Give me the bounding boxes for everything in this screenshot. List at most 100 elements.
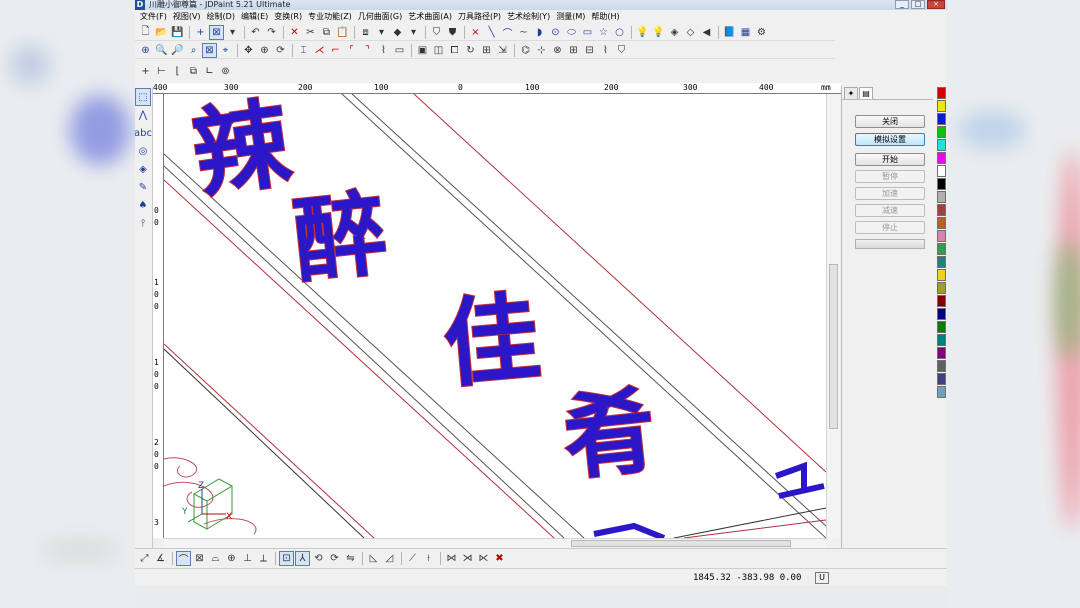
color-swatch[interactable]: [937, 191, 946, 203]
ramp-alt-icon[interactable]: ◿: [382, 551, 397, 566]
close-sim-button[interactable]: 关闭: [855, 115, 925, 128]
node-edit-icon[interactable]: ⌬: [518, 43, 533, 58]
zoom-in-icon[interactable]: 🔍: [154, 43, 169, 58]
chamfer-icon[interactable]: ⌝: [360, 43, 375, 58]
color-swatch[interactable]: [937, 373, 946, 385]
fill-tool-icon[interactable]: ◈: [135, 160, 151, 178]
shield-edit-icon[interactable]: ⛉: [614, 43, 629, 58]
color-swatch[interactable]: [937, 204, 946, 216]
point-icon[interactable]: ×: [468, 25, 483, 40]
circle-center-icon[interactable]: ⊙: [548, 25, 563, 40]
color-swatch[interactable]: [937, 113, 946, 125]
close-button[interactable]: ×: [927, 0, 945, 9]
color-swatch[interactable]: [937, 230, 946, 242]
circle-icon[interactable]: ○: [612, 25, 627, 40]
ortho-snap-icon[interactable]: ⅄: [295, 551, 310, 566]
menu-view[interactable]: 视图(V): [170, 10, 204, 23]
trim-node-icon[interactable]: ⋈: [444, 551, 459, 566]
color-swatch[interactable]: [937, 178, 946, 190]
delete-icon[interactable]: ✕: [287, 25, 302, 40]
zoom-select-icon[interactable]: ⌖: [218, 43, 233, 58]
menu-transform[interactable]: 变换(R): [271, 10, 305, 23]
color-swatch[interactable]: [937, 321, 946, 333]
break-node-icon[interactable]: ⋉: [476, 551, 491, 566]
light-bulb-icon[interactable]: 💡: [635, 25, 650, 40]
node-tool-icon[interactable]: ⋀: [135, 106, 151, 124]
light-bulb-alt-icon[interactable]: 💡: [651, 25, 666, 40]
menu-art-surface[interactable]: 艺术曲面(A): [405, 10, 455, 23]
snap-box-icon[interactable]: ⧉: [186, 64, 201, 79]
slow-down-button[interactable]: 减速: [855, 204, 925, 217]
spline-icon[interactable]: ∼: [516, 25, 531, 40]
snap-mid-icon[interactable]: ⊢: [154, 64, 169, 79]
arc-snap-icon[interactable]: ⌒: [176, 551, 191, 566]
nearest-snap-icon[interactable]: ⟂: [256, 551, 271, 566]
rotate-icon[interactable]: ↻: [463, 43, 478, 58]
start-button[interactable]: 开始: [855, 153, 925, 166]
color-swatch[interactable]: [937, 295, 946, 307]
perp-snap-icon[interactable]: ⊥: [240, 551, 255, 566]
speed-up-button[interactable]: 加速: [855, 187, 925, 200]
ramp-icon[interactable]: ◺: [366, 551, 381, 566]
zoom-all-icon[interactable]: ⊠: [202, 42, 217, 58]
color-swatch[interactable]: [937, 256, 946, 268]
snap-point-icon[interactable]: +: [138, 64, 153, 79]
flip-icon[interactable]: ⇋: [343, 551, 358, 566]
color-swatch[interactable]: [937, 139, 946, 151]
cross-snap-icon[interactable]: ⊠: [192, 551, 207, 566]
bucket-tool-icon[interactable]: ♠: [135, 196, 151, 214]
circle-snap-icon[interactable]: ⊕: [224, 551, 239, 566]
pen-tool-icon[interactable]: ✎: [135, 178, 151, 196]
smooth-icon[interactable]: ⌇: [598, 43, 613, 58]
text-tool-icon[interactable]: abc: [135, 124, 152, 142]
horizontal-scroll-thumb[interactable]: [571, 540, 791, 547]
tab-simulation[interactable]: ▤: [859, 87, 873, 99]
stop-button[interactable]: 停止: [855, 221, 925, 234]
select-dropdown-icon[interactable]: ▾: [225, 25, 240, 40]
speaker-icon[interactable]: ◀: [699, 25, 714, 40]
crosshair-icon[interactable]: +: [193, 25, 208, 40]
book-icon[interactable]: 📘: [722, 25, 737, 40]
pan-icon[interactable]: ✥: [241, 43, 256, 58]
arc-point-icon[interactable]: ⌒: [500, 25, 515, 40]
ellipse-icon[interactable]: ⬭: [564, 25, 579, 40]
box3d-icon[interactable]: ◆: [390, 25, 405, 40]
snap-perp-icon[interactable]: ∟: [202, 64, 217, 79]
zoom-out-icon[interactable]: 🔎: [170, 43, 185, 58]
measure-tool-icon[interactable]: ⫯: [135, 214, 151, 232]
tab-tools[interactable]: ✦: [844, 87, 858, 99]
sphere-tool-icon[interactable]: ◎: [135, 142, 151, 160]
layer-alt-icon[interactable]: ◇: [683, 25, 698, 40]
corner-icon[interactable]: ⌐: [328, 43, 343, 58]
join-icon[interactable]: ⊞: [566, 43, 581, 58]
minimize-button[interactable]: _: [895, 0, 909, 9]
vertical-scrollbar[interactable]: [826, 94, 840, 538]
color-swatch[interactable]: [937, 165, 946, 177]
menu-pro[interactable]: 专业功能(Z): [305, 10, 355, 23]
star-icon[interactable]: ☆: [596, 25, 611, 40]
horizontal-scrollbar[interactable]: [164, 538, 826, 548]
split-icon[interactable]: ⊟: [582, 43, 597, 58]
rotate-left-icon[interactable]: ⟲: [311, 551, 326, 566]
color-swatch[interactable]: [937, 217, 946, 229]
snap-tangent-icon[interactable]: ⊚: [218, 64, 233, 79]
tangent-snap-icon[interactable]: ⌓: [208, 551, 223, 566]
grid-icon[interactable]: ▦: [738, 25, 753, 40]
pause-button[interactable]: 暂停: [855, 170, 925, 183]
rotate-right-icon[interactable]: ⟳: [327, 551, 342, 566]
scale-icon[interactable]: ⧠: [447, 43, 462, 58]
menu-help[interactable]: 帮助(H): [588, 10, 622, 23]
layer-icon[interactable]: ◈: [667, 25, 682, 40]
menu-geom-surface[interactable]: 几何曲面(G): [355, 10, 405, 23]
align-icon[interactable]: ⊞: [479, 43, 494, 58]
angle-snap-icon[interactable]: ∡: [153, 551, 168, 566]
shield-icon[interactable]: ⛉: [429, 25, 444, 40]
arc-icon[interactable]: ◗: [532, 25, 547, 40]
box3d-dropdown-icon[interactable]: ▾: [406, 25, 421, 40]
sim-settings-button[interactable]: 模拟设置: [855, 133, 925, 146]
color-swatch[interactable]: [937, 386, 946, 398]
offset-icon[interactable]: ▭: [392, 43, 407, 58]
color-swatch[interactable]: [937, 308, 946, 320]
break-icon[interactable]: ⌇: [376, 43, 391, 58]
color-swatch[interactable]: [937, 347, 946, 359]
